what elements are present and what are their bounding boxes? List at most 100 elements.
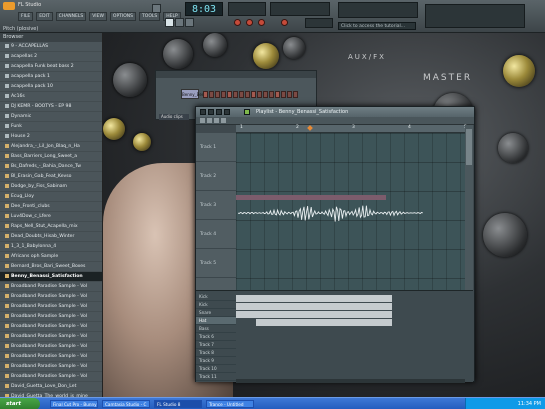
pattern-row-label[interactable]: Track 8 bbox=[196, 349, 236, 357]
step-button[interactable] bbox=[209, 91, 214, 98]
step-button[interactable] bbox=[221, 91, 226, 98]
pattern-row-label[interactable]: Track 10 bbox=[196, 365, 236, 373]
knob[interactable] bbox=[281, 19, 288, 26]
pattern-row-label[interactable]: Track 9 bbox=[196, 357, 236, 365]
browser-item[interactable]: Bass_Barriers_Long_Sweet_a bbox=[0, 152, 102, 162]
tool-icon[interactable] bbox=[221, 118, 226, 123]
pattern-row-label[interactable]: Track 6 bbox=[196, 333, 236, 341]
play-button[interactable] bbox=[165, 18, 174, 27]
browser-item[interactable]: Broadband Paradise Sample - Vol bbox=[0, 332, 102, 342]
browser-item[interactable]: Ac16s bbox=[0, 92, 102, 102]
tempo-display[interactable] bbox=[228, 2, 266, 16]
menu-item[interactable]: VIEW bbox=[89, 12, 107, 21]
pattern-block[interactable] bbox=[236, 295, 392, 302]
step-sequencer-titlebar[interactable] bbox=[156, 71, 316, 78]
step-button[interactable] bbox=[251, 91, 256, 98]
draw-icon[interactable] bbox=[216, 109, 222, 115]
audio-clip-header[interactable] bbox=[236, 195, 386, 200]
stop-button[interactable] bbox=[175, 18, 184, 27]
browser-item[interactable]: acapellas 2 bbox=[0, 52, 102, 62]
online-panel[interactable] bbox=[425, 4, 525, 28]
step-button[interactable] bbox=[227, 91, 232, 98]
pattern-block[interactable] bbox=[256, 319, 392, 326]
browser-item[interactable]: Dee_Fronti_clubs bbox=[0, 202, 102, 212]
pattern-row-label[interactable]: Snare bbox=[196, 309, 236, 317]
browser-item[interactable]: Broadband Paradise Sample - Vol bbox=[0, 312, 102, 322]
pattern-panel[interactable] bbox=[338, 2, 418, 18]
scrollbar-thumb[interactable] bbox=[466, 129, 472, 165]
menu-icon[interactable] bbox=[200, 109, 206, 115]
pattern-row-label[interactable]: Track 7 bbox=[196, 341, 236, 349]
playlist-titlebar[interactable]: Playlist - Benny_Benassi_Satisfaction bbox=[196, 107, 474, 117]
horizontal-scrollbar[interactable] bbox=[236, 379, 465, 383]
browser-item[interactable]: Raps_Nell_Stut_Acapella_mix bbox=[0, 222, 102, 232]
browser-item[interactable]: Broadband Paradise Sample - Vol bbox=[0, 352, 102, 362]
pattern-block[interactable] bbox=[236, 311, 392, 318]
browser-item[interactable]: Broadband Paradise Sample - Vol bbox=[0, 342, 102, 352]
master-pitch-knob[interactable] bbox=[246, 19, 253, 26]
browser-item[interactable]: 1_3_1_Babylonna_4 bbox=[0, 242, 102, 252]
pattern-row-label[interactable]: Track 11 bbox=[196, 373, 236, 381]
browser-item[interactable]: Broadband Paradise Sample - Vol bbox=[0, 322, 102, 332]
task-button[interactable]: FL Studio 8 bbox=[154, 400, 202, 408]
step-button[interactable] bbox=[281, 91, 286, 98]
tool-icon[interactable] bbox=[207, 118, 212, 123]
track-label[interactable]: Track 2 bbox=[196, 162, 236, 191]
browser-item[interactable]: Broadband Paradise Sample - Vol bbox=[0, 282, 102, 292]
browser-item[interactable]: Broadband Paradise Sample - Vol bbox=[0, 362, 102, 372]
step-button[interactable] bbox=[269, 91, 274, 98]
browser-item[interactable]: Broadband Paradise Sample - Vol bbox=[0, 372, 102, 382]
browser-item[interactable]: Funk bbox=[0, 122, 102, 132]
task-button[interactable]: Camtasia Studio - C bbox=[102, 400, 150, 408]
step-button[interactable] bbox=[215, 91, 220, 98]
master-volume-knob[interactable] bbox=[234, 19, 241, 26]
browser-item[interactable]: acappella pack 1 bbox=[0, 72, 102, 82]
step-button[interactable] bbox=[233, 91, 238, 98]
browser-item[interactable]: Alejandra_-_Lil_Jon_Blaq_n_Ha bbox=[0, 142, 102, 152]
start-button[interactable]: start bbox=[0, 398, 40, 409]
step-button[interactable] bbox=[293, 91, 298, 98]
browser-item[interactable]: Dynamic bbox=[0, 112, 102, 122]
task-button[interactable]: Final Cut Pro - Bunny bbox=[50, 400, 98, 408]
browser-item[interactable]: Dead_Doubts_Hisab_Winter bbox=[0, 232, 102, 242]
browser-item[interactable]: House 2 bbox=[0, 132, 102, 142]
browser-item[interactable]: Broadband Paradise Sample - Vol bbox=[0, 292, 102, 302]
time-ruler[interactable]: 12345 bbox=[236, 125, 467, 133]
browser-item[interactable]: David_Guetta_Love_Don_Let bbox=[0, 382, 102, 392]
browser-item[interactable]: acappella pack 10 bbox=[0, 82, 102, 92]
tool-icon[interactable] bbox=[214, 118, 219, 123]
menu-item[interactable]: TOOLS bbox=[139, 12, 161, 21]
browser-item[interactable]: Broadband Paradise Sample - Vol bbox=[0, 302, 102, 312]
browser-item[interactable]: Bs_Dafreds_-_Bahia_Dance_Tw bbox=[0, 162, 102, 172]
pattern-row-label[interactable]: Hat bbox=[196, 317, 236, 325]
swing-knob[interactable] bbox=[258, 19, 265, 26]
browser-item[interactable]: 9 - ACCAPELLAS bbox=[0, 42, 102, 52]
browser-item[interactable]: Africans oph Sample bbox=[0, 252, 102, 262]
audio-waveform[interactable] bbox=[238, 202, 423, 224]
step-button[interactable] bbox=[275, 91, 280, 98]
track-label[interactable]: Track 1 bbox=[196, 133, 236, 162]
browser-item[interactable]: Bl_Erasin_Gab_Feat_Kevso bbox=[0, 172, 102, 182]
paint-icon[interactable] bbox=[224, 109, 230, 115]
step-button[interactable] bbox=[239, 91, 244, 98]
pattern-row-label[interactable]: Kick bbox=[196, 301, 236, 309]
step-button[interactable] bbox=[245, 91, 250, 98]
track-label[interactable]: Track 5 bbox=[196, 249, 236, 278]
menu-item[interactable]: EDIT bbox=[36, 12, 53, 21]
vertical-scrollbar[interactable] bbox=[465, 125, 473, 290]
browser-item[interactable]: Dodge_by_Fiss_Sabinam bbox=[0, 182, 102, 192]
step-button[interactable] bbox=[203, 91, 208, 98]
pattern-row-label[interactable]: Bass bbox=[196, 325, 236, 333]
track-label[interactable]: Track 3 bbox=[196, 191, 236, 220]
menu-item[interactable]: OPTIONS bbox=[109, 12, 137, 21]
browser-item[interactable]: DJ KEMR - BOOTYS - EP 98 bbox=[0, 102, 102, 112]
channel-button[interactable]: Benny_Ben bbox=[181, 89, 204, 99]
menu-item[interactable]: FILE bbox=[18, 12, 34, 21]
pattern-mode-icon[interactable] bbox=[152, 4, 161, 13]
pattern-icon[interactable] bbox=[244, 109, 250, 115]
task-button[interactable]: Trance - Untitled bbox=[206, 400, 254, 408]
step-button[interactable] bbox=[287, 91, 292, 98]
snap-icon[interactable] bbox=[208, 109, 214, 115]
pattern-row-label[interactable]: Kick bbox=[196, 293, 236, 301]
browser-item[interactable]: Benny_Benassi_Satisfaction bbox=[0, 272, 102, 282]
